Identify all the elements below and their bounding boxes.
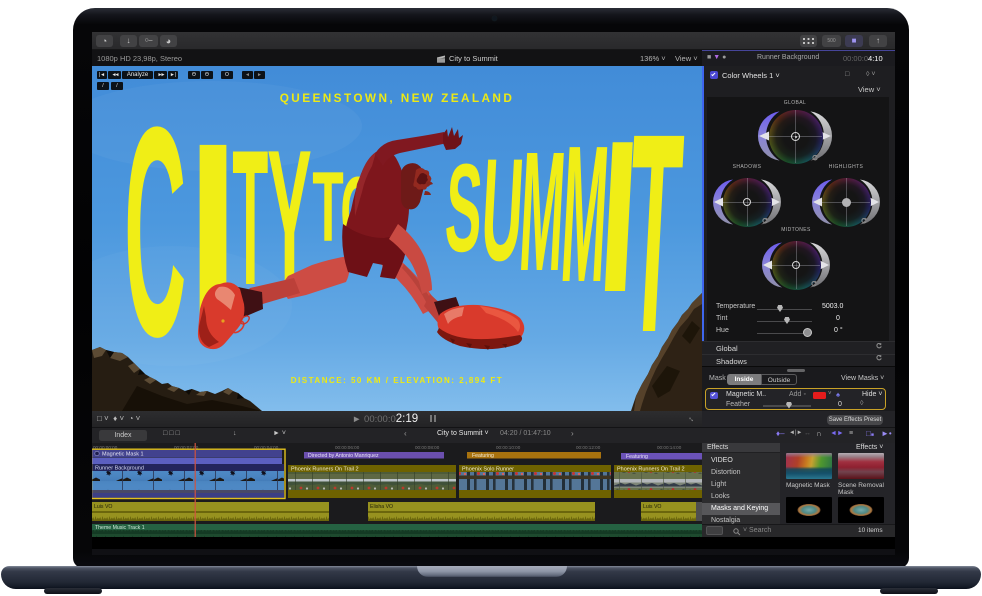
svg-text:Phoenix Runners On Trail 2: Phoenix Runners On Trail 2 [617, 467, 685, 473]
svg-text:Phoenix Runners On Trail 2: Phoenix Runners On Trail 2 [291, 467, 359, 473]
svg-text:Luis VO: Luis VO [643, 504, 661, 510]
svg-text:DISTANCE: 50 KM / ELEVATION: 2: DISTANCE: 50 KM / ELEVATION: 2,894 FT [291, 376, 503, 385]
svg-text:00:00:08:00: 00:00:08:00 [415, 445, 440, 450]
svg-text:Directed by Antonio Manriquez: Directed by Antonio Manriquez [308, 453, 379, 459]
svg-text:Phoenix Solo Runner: Phoenix Solo Runner [462, 467, 514, 473]
svg-text:T: T [312, 152, 343, 263]
svg-text:Featuring: Featuring [626, 454, 648, 460]
svg-text:Magnetic Mask 1: Magnetic Mask 1 [102, 452, 144, 458]
svg-text:Featuring: Featuring [472, 453, 494, 459]
svg-text:00:00:06:00: 00:00:06:00 [335, 445, 360, 450]
svg-text:C: C [124, 66, 186, 399]
svg-text:QUEENSTOWN, NEW ZEALAND: QUEENSTOWN, NEW ZEALAND [280, 91, 515, 105]
svg-text:Luis VO: Luis VO [94, 504, 112, 510]
svg-text:00:00:10:00: 00:00:10:00 [496, 445, 521, 450]
svg-text:Runner Background: Runner Background [95, 466, 144, 472]
svg-text:Theme Music Track 1: Theme Music Track 1 [95, 525, 145, 531]
svg-text:Elisha VO: Elisha VO [370, 504, 393, 510]
svg-text:00:00:14:00: 00:00:14:00 [657, 445, 682, 450]
svg-text:00:00:12:00: 00:00:12:00 [576, 445, 601, 450]
